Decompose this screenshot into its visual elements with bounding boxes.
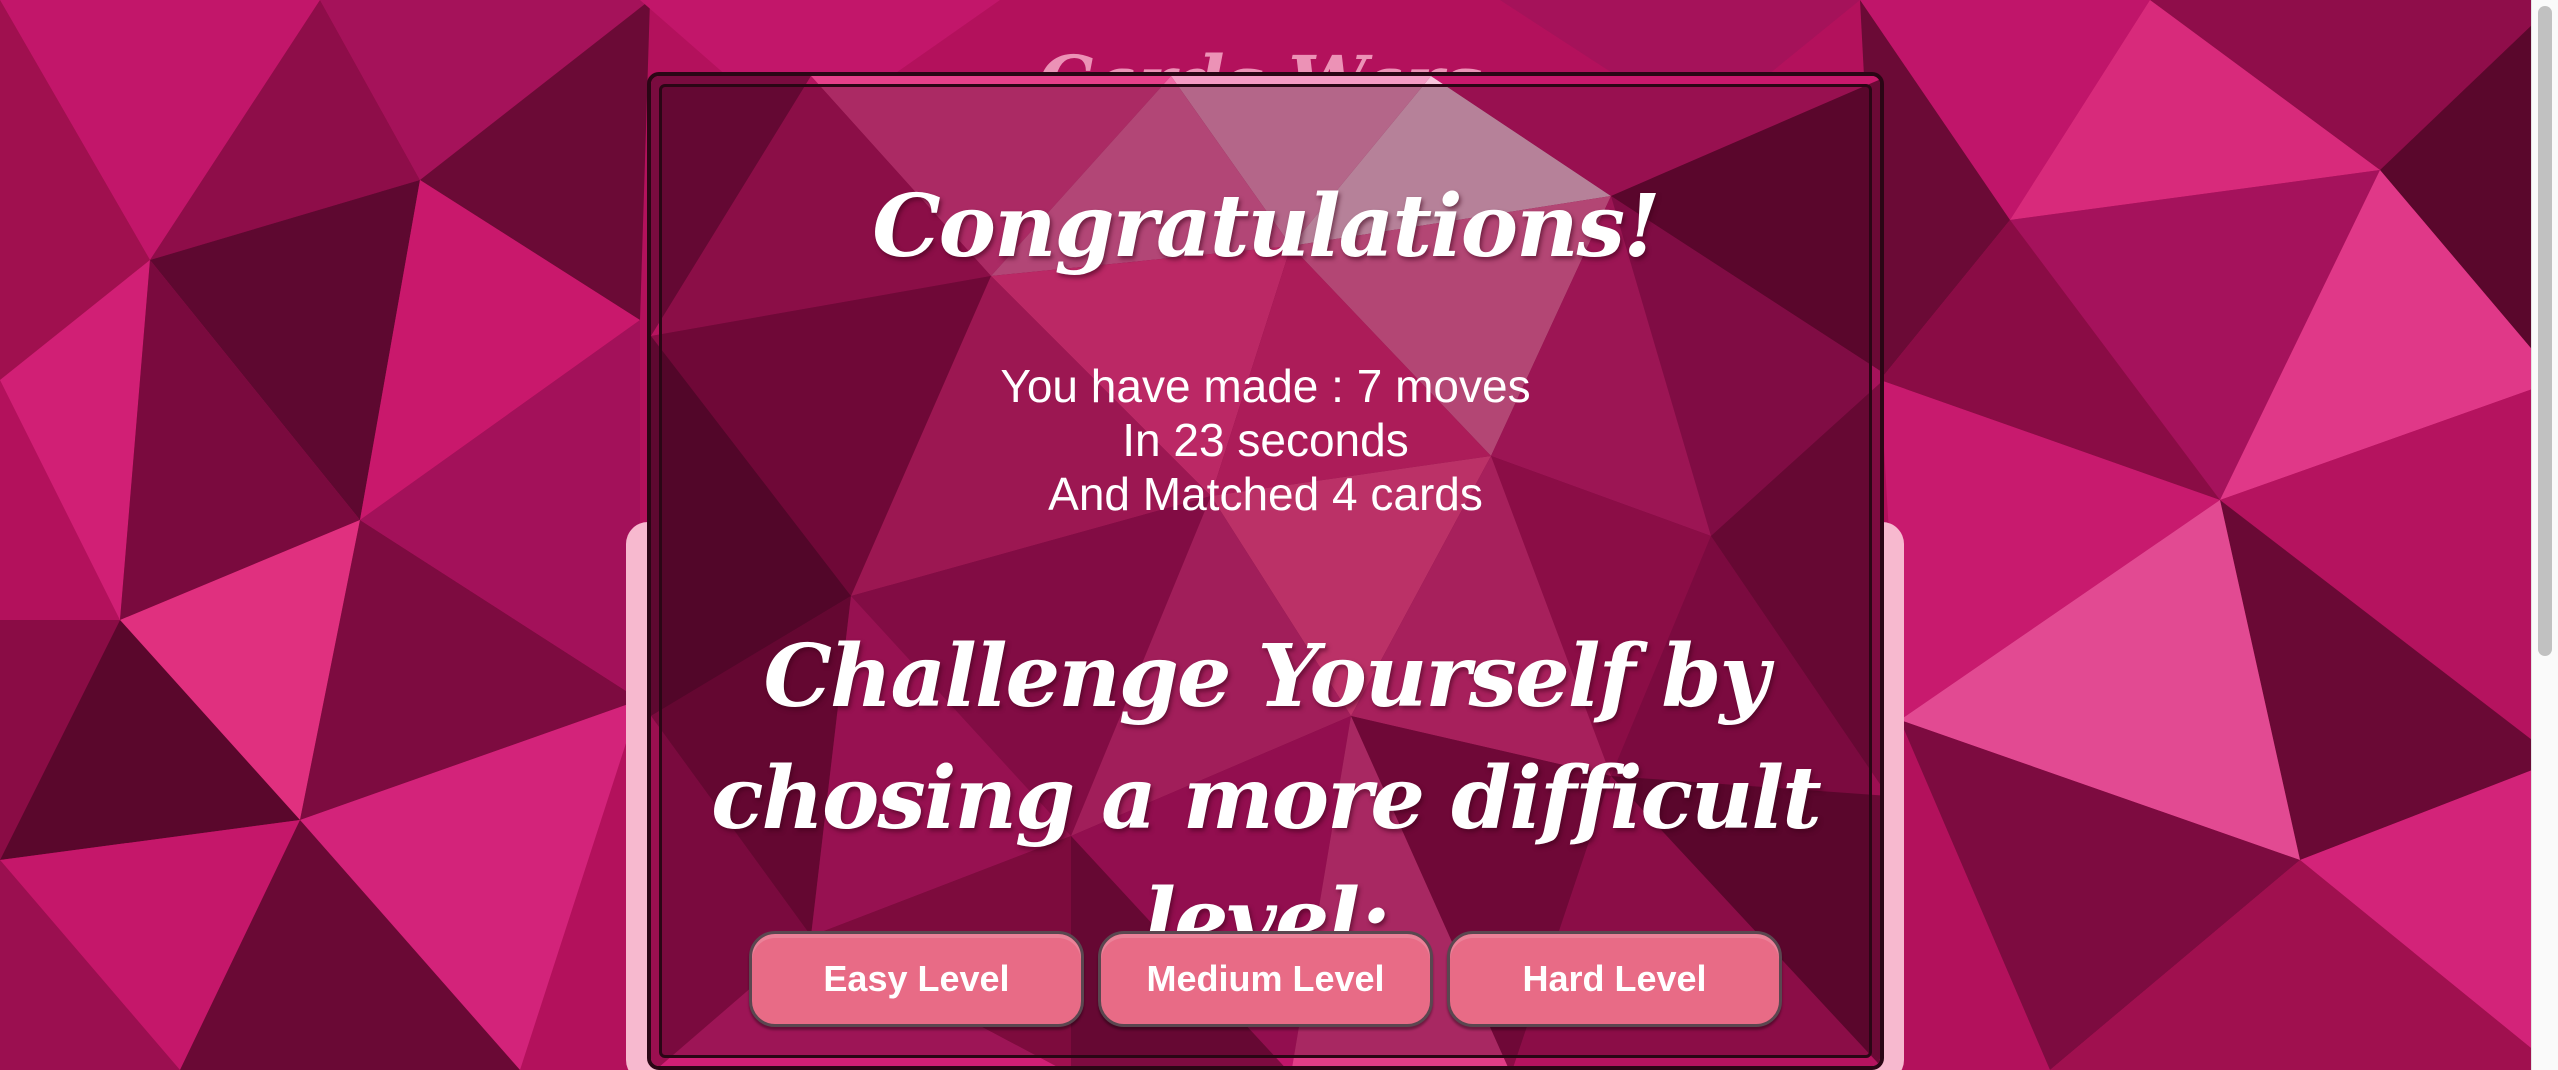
scrollbar-thumb[interactable] [2538, 6, 2552, 656]
hard-level-button[interactable]: Hard Level [1447, 931, 1782, 1027]
matched-line: And Matched 4 cards [1048, 468, 1483, 520]
challenge-heading: Challenge Yourself by chosing a more dif… [711, 626, 1822, 971]
congratulations-heading: Congratulations! [872, 176, 1661, 277]
moves-line: You have made : 7 moves [1000, 360, 1531, 412]
vertical-scrollbar[interactable] [2531, 0, 2558, 1070]
medium-level-button[interactable]: Medium Level [1098, 931, 1433, 1027]
congratulations-modal: Congratulations! You have made : 7 moves… [647, 72, 1884, 1070]
game-stats: You have made : 7 moves In 23 seconds An… [651, 359, 1880, 521]
level-buttons: Easy Level Medium Level Hard Level [651, 931, 1880, 1027]
easy-level-button[interactable]: Easy Level [749, 931, 1084, 1027]
time-line: In 23 seconds [1122, 414, 1409, 466]
